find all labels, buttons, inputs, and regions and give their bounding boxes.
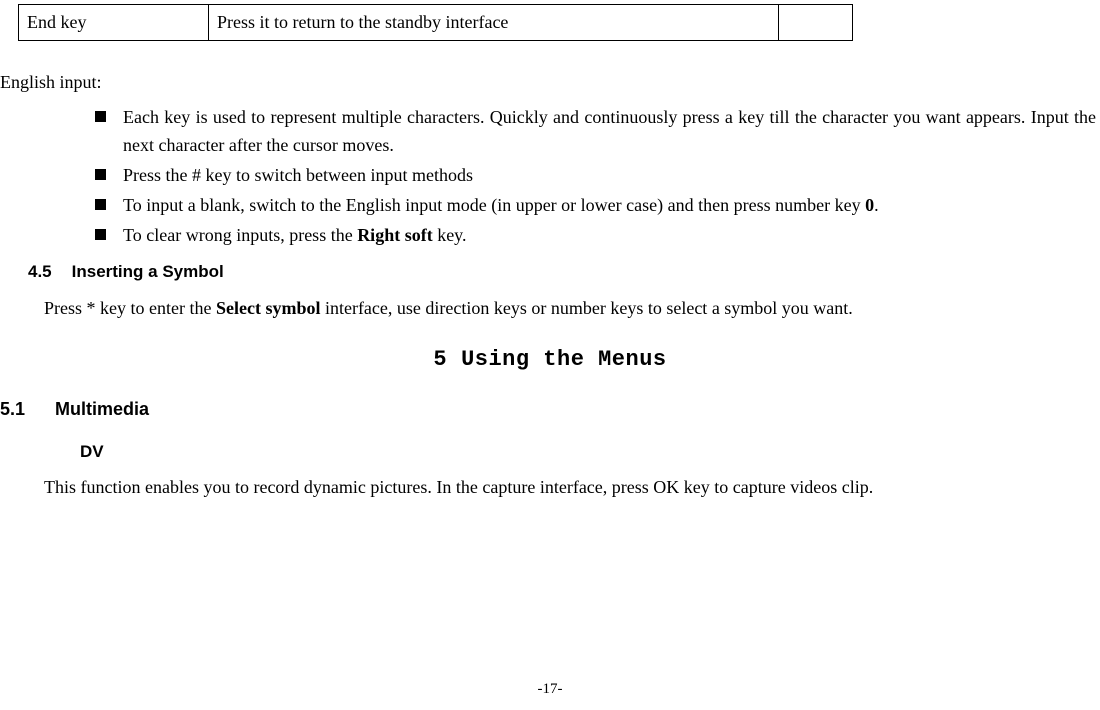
bullet-text-pre: To clear wrong inputs, press the: [123, 225, 357, 245]
section-4-5-body: Press * key to enter the Select symbol i…: [0, 295, 1096, 323]
select-symbol-bold: Select symbol: [216, 298, 320, 318]
dv-subheading: DV: [80, 439, 1100, 465]
list-item: Each key is used to represent multiple c…: [95, 104, 1096, 160]
list-item: Press the # key to switch between input …: [95, 162, 1096, 190]
section-5-1-heading: 5.1 Multimedia: [0, 396, 1100, 423]
cell-key-name: End key: [19, 5, 209, 41]
bullet-text-post: key.: [433, 225, 467, 245]
hash-key: #: [192, 165, 201, 185]
section-title: Multimedia: [55, 399, 149, 419]
bullet-text-pre: Press the: [123, 165, 192, 185]
english-input-heading: English input:: [0, 69, 1100, 96]
bullet-text-pre: To input a blank, switch to the English …: [123, 195, 865, 215]
section-number: 4.5: [28, 262, 52, 281]
dv-body: This function enables you to record dyna…: [0, 474, 1096, 502]
section-4-5-heading: 4.5 Inserting a Symbol: [28, 259, 1100, 285]
bullet-text-post: key to switch between input methods: [201, 165, 473, 185]
chapter-title-text: Using the Menus: [461, 347, 667, 372]
bullet-text: Each key is used to represent multiple c…: [123, 107, 1096, 155]
list-item: To clear wrong inputs, press the Right s…: [95, 222, 1096, 250]
bullet-text-post: .: [874, 195, 879, 215]
right-soft-key: Right soft: [357, 225, 433, 245]
body-post: interface, use direction keys or number …: [320, 298, 852, 318]
list-item: To input a blank, switch to the English …: [95, 192, 1096, 220]
section-number: 5.1: [0, 399, 25, 419]
table-row: End key Press it to return to the standb…: [19, 5, 853, 41]
chapter-5-heading: 5 Using the Menus: [0, 343, 1100, 376]
chapter-number: 5: [433, 347, 447, 372]
key-table: End key Press it to return to the standb…: [18, 4, 1100, 41]
key-zero: 0: [865, 195, 874, 215]
body-pre: Press * key to enter the: [44, 298, 216, 318]
cell-key-desc: Press it to return to the standby interf…: [209, 5, 779, 41]
section-title: Inserting a Symbol: [72, 262, 224, 281]
english-input-list: Each key is used to represent multiple c…: [95, 104, 1096, 249]
cell-empty: [779, 5, 853, 41]
page-number: -17-: [0, 678, 1100, 701]
